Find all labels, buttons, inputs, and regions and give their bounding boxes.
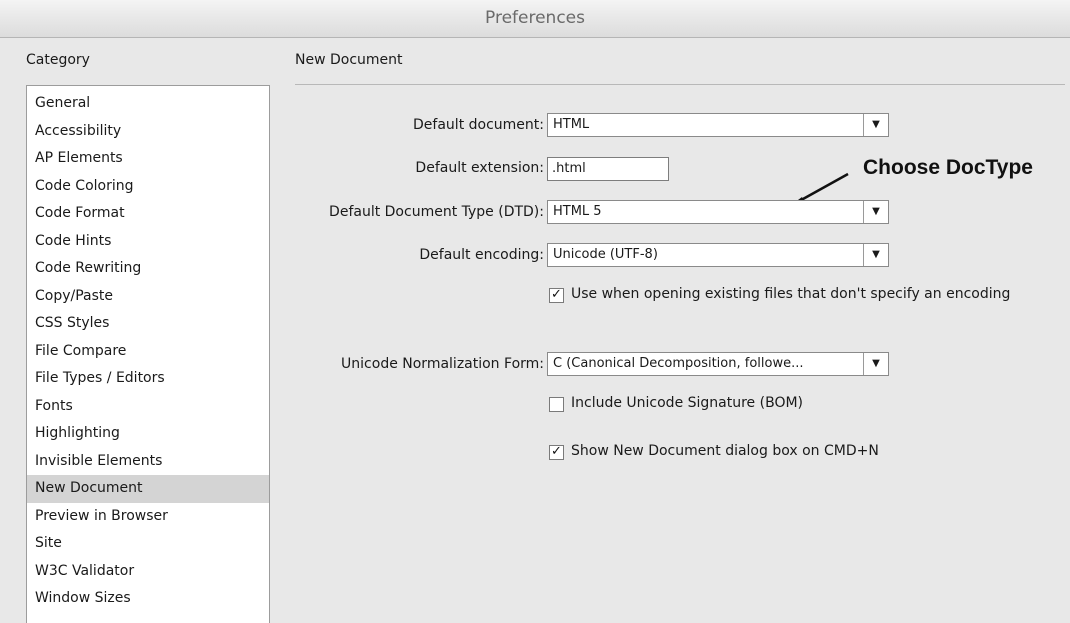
- default-extension-label: Default extension:: [415, 160, 544, 176]
- show-dialog-checkbox[interactable]: ✓: [549, 445, 564, 460]
- category-item[interactable]: Site: [27, 530, 269, 558]
- include-bom-checkbox[interactable]: [549, 397, 564, 412]
- doctype-select[interactable]: HTML 5 ▼: [547, 200, 889, 224]
- category-item[interactable]: AP Elements: [27, 145, 269, 173]
- category-item[interactable]: Code Hints: [27, 228, 269, 256]
- category-item[interactable]: General: [27, 90, 269, 118]
- use-when-opening-checkbox[interactable]: ✓: [549, 288, 564, 303]
- chevron-down-icon: ▼: [863, 114, 888, 136]
- chevron-down-icon: ▼: [863, 201, 888, 223]
- doctype-label: Default Document Type (DTD):: [329, 204, 544, 220]
- choose-doctype-annotation: Choose DocType: [863, 156, 1033, 179]
- category-item[interactable]: Code Rewriting: [27, 255, 269, 283]
- default-extension-input[interactable]: .html: [547, 157, 669, 181]
- encoding-select[interactable]: Unicode (UTF-8) ▼: [547, 243, 889, 267]
- normalization-select[interactable]: C (Canonical Decomposition, followe... ▼: [547, 352, 889, 376]
- category-item[interactable]: Accessibility: [27, 118, 269, 146]
- category-item[interactable]: Code Format: [27, 200, 269, 228]
- category-item[interactable]: Invisible Elements: [27, 448, 269, 476]
- section-divider: [295, 84, 1065, 85]
- category-list[interactable]: General Accessibility AP Elements Code Colo…: [26, 85, 270, 623]
- default-document-select[interactable]: HTML ▼: [547, 113, 889, 137]
- category-item[interactable]: New Document: [27, 475, 269, 503]
- normalization-label: Unicode Normalization Form:: [341, 356, 544, 372]
- use-when-opening-label: Use when opening existing files that don…: [571, 286, 1011, 302]
- encoding-value: Unicode (UTF-8): [553, 247, 658, 262]
- category-item[interactable]: File Types / Editors: [27, 365, 269, 393]
- category-item[interactable]: Preview in Browser: [27, 503, 269, 531]
- category-item[interactable]: Highlighting: [27, 420, 269, 448]
- chevron-down-icon: ▼: [863, 244, 888, 266]
- show-dialog-label: Show New Document dialog box on CMD+N: [571, 443, 879, 459]
- section-title: New Document: [295, 52, 403, 68]
- checkmark-icon: ✓: [551, 444, 562, 459]
- encoding-label: Default encoding:: [419, 247, 544, 263]
- category-item[interactable]: Code Coloring: [27, 173, 269, 201]
- default-document-label: Default document:: [413, 117, 544, 133]
- category-item[interactable]: Copy/Paste: [27, 283, 269, 311]
- checkmark-icon: ✓: [551, 287, 562, 302]
- category-item[interactable]: W3C Validator: [27, 558, 269, 586]
- include-bom-label: Include Unicode Signature (BOM): [571, 395, 804, 411]
- normalization-value: C (Canonical Decomposition, followe...: [553, 356, 804, 371]
- window-title: Preferences: [0, 0, 1070, 38]
- category-item[interactable]: File Compare: [27, 338, 269, 366]
- category-item[interactable]: Window Sizes: [27, 585, 269, 613]
- chevron-down-icon: ▼: [863, 353, 888, 375]
- default-document-value: HTML: [553, 117, 590, 132]
- category-item[interactable]: Fonts: [27, 393, 269, 421]
- category-item[interactable]: CSS Styles: [27, 310, 269, 338]
- doctype-value: HTML 5: [553, 204, 602, 219]
- category-header: Category: [26, 52, 90, 68]
